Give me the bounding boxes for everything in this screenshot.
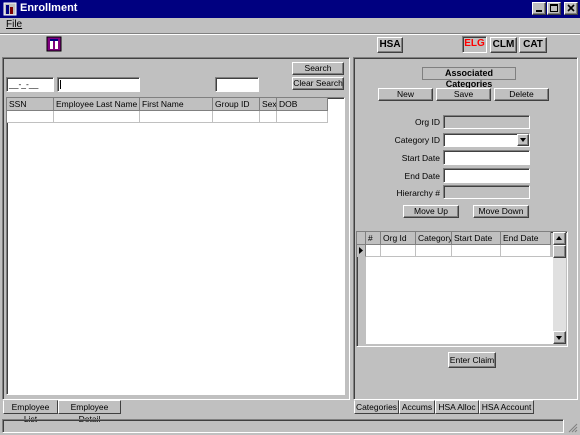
grid-cell[interactable] <box>416 245 452 257</box>
column-header-dob[interactable]: DOB <box>277 98 328 111</box>
column-header-category[interactable]: Category <box>416 232 452 245</box>
group-id-input[interactable] <box>215 77 259 92</box>
grid-cell[interactable] <box>140 111 213 123</box>
close-icon <box>567 4 575 12</box>
grid-cell[interactable] <box>501 245 551 257</box>
column-header-sex[interactable]: Sex <box>260 98 277 111</box>
building-icon <box>46 36 62 52</box>
chevron-down-icon <box>520 138 526 142</box>
tab-hsa-alloc[interactable]: HSA Alloc <box>435 400 479 414</box>
org-id-field <box>443 115 530 129</box>
status-bar <box>0 417 580 435</box>
start-date-input[interactable] <box>443 150 530 165</box>
tab-employee-list[interactable]: Employee List <box>3 400 58 424</box>
column-header-last-name[interactable]: Employee Last Name <box>54 98 140 111</box>
tab-employee-detail[interactable]: Employee Detail <box>58 400 121 424</box>
vertical-scrollbar[interactable] <box>553 232 566 344</box>
column-header-number[interactable]: # <box>366 232 381 245</box>
grid-cell[interactable] <box>260 111 277 123</box>
enter-claim-button[interactable]: Enter Claim <box>448 352 496 368</box>
resize-grip-icon[interactable] <box>566 421 578 433</box>
scroll-thumb[interactable] <box>553 245 566 258</box>
employee-grid[interactable]: SSN Employee Last Name First Name Group … <box>6 97 345 395</box>
menu-bar: File <box>0 18 580 33</box>
grid-cell[interactable] <box>366 245 381 257</box>
minimize-icon <box>536 10 542 12</box>
clear-search-button[interactable]: Clear Search <box>292 77 344 90</box>
row-pointer-icon <box>359 247 363 254</box>
hierarchy-field <box>443 185 530 199</box>
scroll-up-button[interactable] <box>553 232 566 245</box>
delete-button[interactable]: Delete <box>494 88 549 101</box>
minimize-button[interactable] <box>532 2 546 15</box>
category-id-label: Category ID <box>394 135 440 145</box>
grid-cell[interactable] <box>277 111 328 123</box>
org-id-label: Org ID <box>414 117 440 127</box>
end-date-label: End Date <box>404 171 440 181</box>
hierarchy-label: Hierarchy # <box>396 188 440 198</box>
scroll-up-icon <box>556 236 562 240</box>
move-up-button[interactable]: Move Up <box>403 205 459 218</box>
text-cursor <box>60 80 61 89</box>
save-button[interactable]: Save <box>436 88 491 101</box>
column-header-first-name[interactable]: First Name <box>140 98 213 111</box>
window-title: Enrollment <box>20 2 78 14</box>
status-pane <box>2 419 564 433</box>
grid-cell[interactable] <box>54 111 140 123</box>
search-button[interactable]: Search <box>292 62 344 75</box>
clm-button[interactable]: CLM <box>490 37 517 53</box>
grid-cell[interactable] <box>452 245 501 257</box>
grid-cell[interactable] <box>213 111 260 123</box>
column-header-start-date[interactable]: Start Date <box>452 232 501 245</box>
category-grid-body[interactable] <box>366 257 553 344</box>
tab-hsa-account[interactable]: HSA Account <box>479 400 534 414</box>
elg-button[interactable]: ELG <box>462 36 487 53</box>
category-id-select[interactable] <box>443 133 530 147</box>
title-bar: Enrollment <box>0 0 580 18</box>
tab-accums[interactable]: Accums <box>399 400 435 414</box>
categories-panel <box>353 57 578 400</box>
grid-cell[interactable] <box>7 111 54 123</box>
menu-file[interactable]: File <box>6 19 22 30</box>
maximize-button[interactable] <box>547 2 561 15</box>
ssn-input[interactable]: __-_-__ <box>6 77 54 92</box>
move-down-button[interactable]: Move Down <box>473 205 529 218</box>
close-button[interactable] <box>564 2 578 15</box>
column-header-org-id[interactable]: Org Id <box>381 232 416 245</box>
dropdown-button[interactable] <box>517 134 529 146</box>
maximize-icon <box>550 4 558 12</box>
associated-categories-heading: Associated Categories <box>422 67 516 89</box>
tab-categories[interactable]: Categories <box>354 400 399 414</box>
column-header-ssn[interactable]: SSN <box>7 98 54 111</box>
column-header-group-id[interactable]: Group ID <box>213 98 260 111</box>
cat-button[interactable]: CAT <box>519 37 547 53</box>
toolbar-employee-button[interactable] <box>44 35 64 53</box>
grid-cell[interactable] <box>381 245 416 257</box>
scroll-down-button[interactable] <box>553 331 566 344</box>
scroll-down-icon <box>556 336 562 340</box>
end-date-input[interactable] <box>443 168 530 183</box>
toolbar-separator <box>0 33 580 35</box>
row-indicator-header <box>357 232 366 245</box>
new-button[interactable]: New <box>378 88 433 101</box>
hsa-button[interactable]: HSA <box>377 37 403 53</box>
column-header-end-date[interactable]: End Date <box>501 232 551 245</box>
row-indicator[interactable] <box>357 245 366 257</box>
app-icon <box>3 2 17 16</box>
start-date-label: Start Date <box>401 153 440 163</box>
last-name-input[interactable] <box>57 77 140 92</box>
category-grid[interactable]: # Org Id Category Start Date End Date <box>356 231 568 347</box>
